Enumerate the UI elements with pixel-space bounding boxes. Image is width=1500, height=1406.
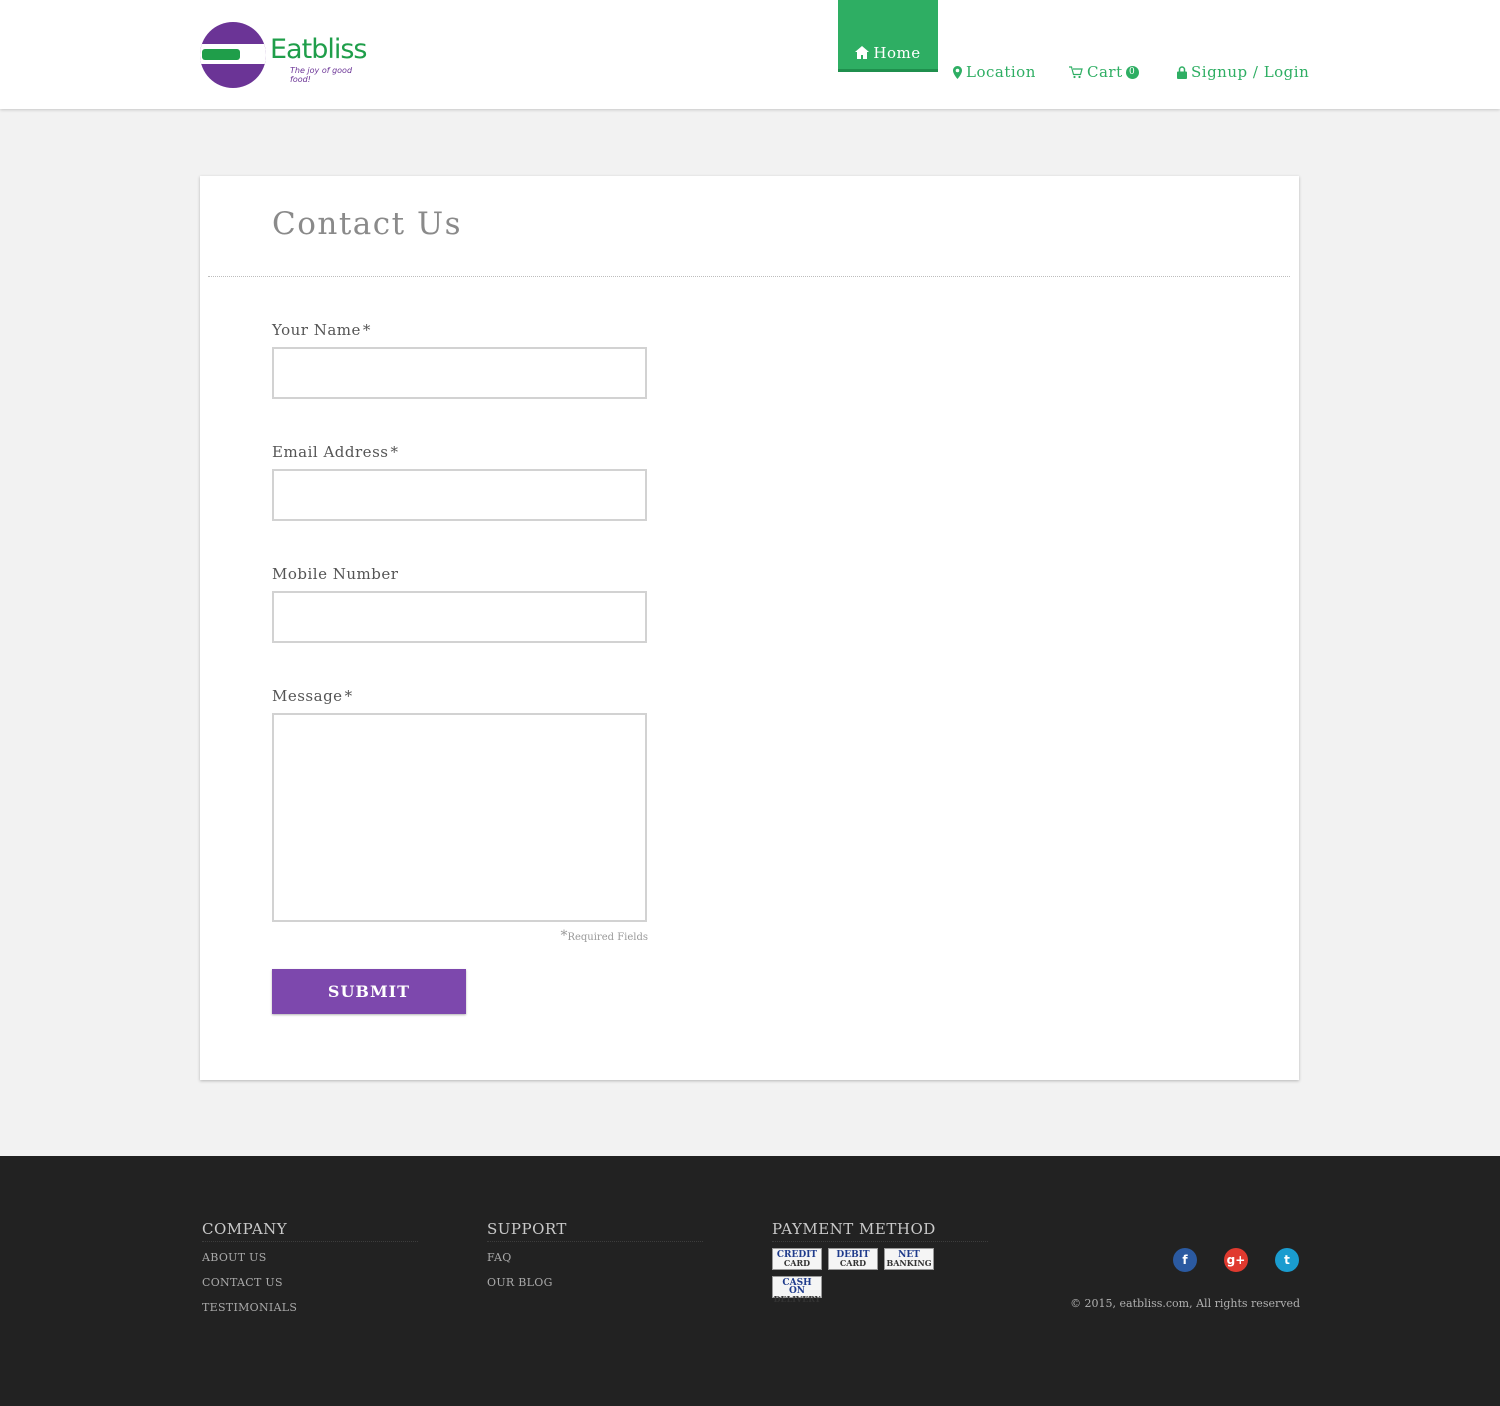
message-label-text: Message xyxy=(272,687,343,705)
payment-line2: DELIVERY xyxy=(773,1294,821,1304)
footer-support-heading: SUPPORT xyxy=(487,1220,703,1242)
footer-support: SUPPORT FAQ OUR BLOG xyxy=(487,1220,703,1298)
cart-count-badge: 0 xyxy=(1125,65,1139,79)
page-title: Contact Us xyxy=(272,206,462,242)
mobile-input[interactable] xyxy=(272,591,647,643)
site-header: Eatbliss The joy of good food! Home Loca… xyxy=(0,0,1500,109)
payment-methods: CREDIT CARD DEBIT CARD NET BANKING CASH ON D… xyxy=(772,1248,952,1303)
footer-company: COMPANY ABOUT US CONTACT US TESTIMONIALS xyxy=(202,1220,418,1323)
payment-line2: CARD xyxy=(783,1258,811,1268)
message-textarea[interactable] xyxy=(272,713,647,922)
footer-company-heading: COMPANY xyxy=(202,1220,418,1242)
contact-card: Contact Us Your Name * Email Address * Mob… xyxy=(200,176,1299,1080)
footer-payment: PAYMENT METHOD CREDIT CARD DEBIT CARD NET B… xyxy=(772,1220,988,1303)
payment-line2: BANKING xyxy=(886,1258,932,1268)
name-input[interactable] xyxy=(272,347,647,399)
email-input[interactable] xyxy=(272,469,647,521)
required-mark: * xyxy=(344,687,353,705)
lock-icon xyxy=(1177,65,1187,79)
email-label: Email Address * xyxy=(272,443,398,461)
mobile-label: Mobile Number xyxy=(272,565,399,583)
map-pin-icon xyxy=(953,65,962,79)
facebook-icon[interactable]: f xyxy=(1173,1248,1197,1272)
payment-cash-on-delivery: CASH ON DELIVERY xyxy=(772,1276,822,1303)
nav-cart-label: Cart xyxy=(1087,63,1123,81)
logo-mark-icon xyxy=(200,22,266,88)
nav-signup-login[interactable]: Signup / Login xyxy=(1177,0,1309,108)
home-icon xyxy=(855,46,870,59)
required-mark: * xyxy=(390,443,399,461)
required-mark: * xyxy=(362,321,371,339)
brand-logo[interactable]: Eatbliss The joy of good food! xyxy=(200,20,370,90)
required-fields-note: *Required Fields xyxy=(558,928,648,944)
copyright: © 2015, eatbliss.com, All rights reserve… xyxy=(1070,1297,1300,1310)
footer-link-testimonials[interactable]: TESTIMONIALS xyxy=(202,1298,418,1323)
footer-payment-heading: PAYMENT METHOD xyxy=(772,1220,988,1242)
footer-link-faq[interactable]: FAQ xyxy=(487,1248,703,1273)
payment-net-banking: NET BANKING xyxy=(884,1248,934,1270)
nav-location-label: Location xyxy=(966,63,1036,81)
nav-location[interactable]: Location xyxy=(953,0,1036,108)
cart-icon xyxy=(1069,65,1083,78)
site-footer: COMPANY ABOUT US CONTACT US TESTIMONIALS… xyxy=(0,1156,1500,1406)
nav-home[interactable]: Home xyxy=(838,0,938,72)
name-label: Your Name * xyxy=(272,321,371,339)
payment-line2: CARD xyxy=(839,1258,867,1268)
footer-link-about[interactable]: ABOUT US xyxy=(202,1248,418,1273)
footer-link-contact[interactable]: CONTACT US xyxy=(202,1273,418,1298)
nav-login-label: Signup / Login xyxy=(1191,63,1310,81)
title-divider xyxy=(208,276,1290,277)
message-label: Message * xyxy=(272,687,353,705)
payment-debit-card: DEBIT CARD xyxy=(828,1248,878,1270)
required-note-text: Required Fields xyxy=(567,932,648,943)
twitter-icon[interactable]: t xyxy=(1275,1248,1299,1272)
footer-link-blog[interactable]: OUR BLOG xyxy=(487,1273,703,1298)
payment-credit-card: CREDIT CARD xyxy=(772,1248,822,1270)
payment-line1: CASH ON xyxy=(782,1278,812,1296)
submit-button[interactable]: SUBMIT xyxy=(272,969,466,1014)
email-label-text: Email Address xyxy=(272,443,389,461)
brand-tagline: The joy of good food! xyxy=(290,66,353,84)
brand-name: Eatbliss xyxy=(270,34,367,65)
google-plus-icon[interactable]: g+ xyxy=(1224,1248,1248,1272)
nav-cart[interactable]: Cart 0 xyxy=(1069,0,1139,108)
nav-home-label: Home xyxy=(873,43,921,62)
name-label-text: Your Name xyxy=(272,321,361,339)
